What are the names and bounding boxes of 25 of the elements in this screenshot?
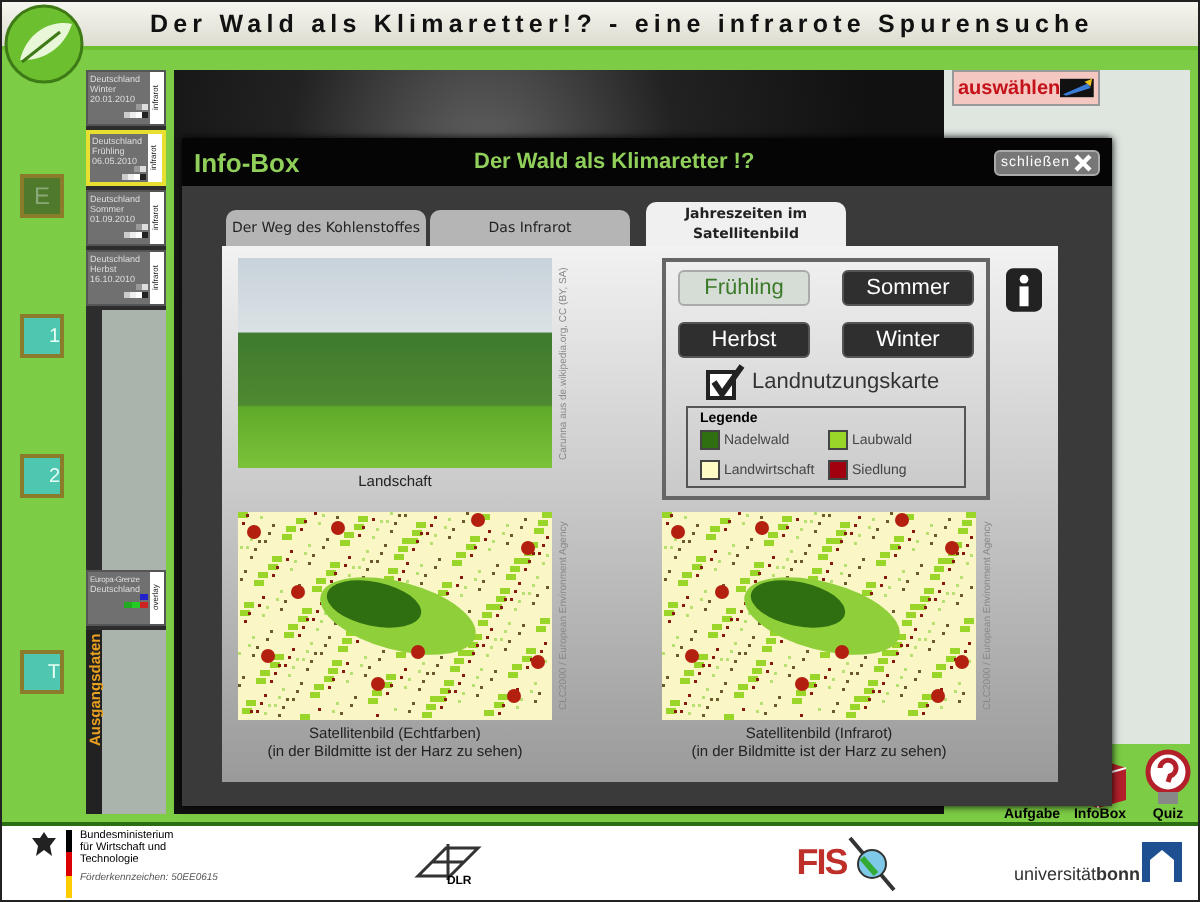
pen-icon [1060, 76, 1094, 100]
select-button[interactable]: auswählen [952, 70, 1100, 106]
close-icon [1074, 153, 1092, 171]
season-button[interactable]: Herbst [678, 322, 810, 358]
dialog-subtitle: Der Wald als Klimaretter !? [474, 150, 757, 174]
checkbox-label: Landnutzungskarte [752, 370, 940, 394]
tiles-icon [124, 224, 148, 238]
info-icon [1005, 266, 1042, 314]
tiles-icon [124, 284, 148, 298]
checkbox[interactable] [706, 364, 746, 400]
tiles-icon [122, 166, 146, 180]
satellite-icon [846, 833, 899, 893]
season-button[interactable]: Sommer [841, 270, 974, 306]
page-title: Der Wald als Klimaretter!? - eine infrarote Spurensuche [150, 10, 1094, 38]
building-icon [1142, 842, 1182, 882]
tiles-icon [124, 104, 148, 118]
flag-stripe-icon [66, 829, 72, 897]
season-button[interactable]: Frühling [678, 270, 810, 306]
logo-text: FIS [796, 842, 847, 884]
dialog-title: Info-Box [194, 147, 302, 177]
tiles-icon [124, 594, 148, 608]
dlr-logo-icon [413, 839, 482, 883]
eagle-icon [30, 829, 58, 857]
season-button[interactable]: Winter [841, 322, 974, 358]
university-logo-text: universitätbonn [1013, 864, 1140, 884]
